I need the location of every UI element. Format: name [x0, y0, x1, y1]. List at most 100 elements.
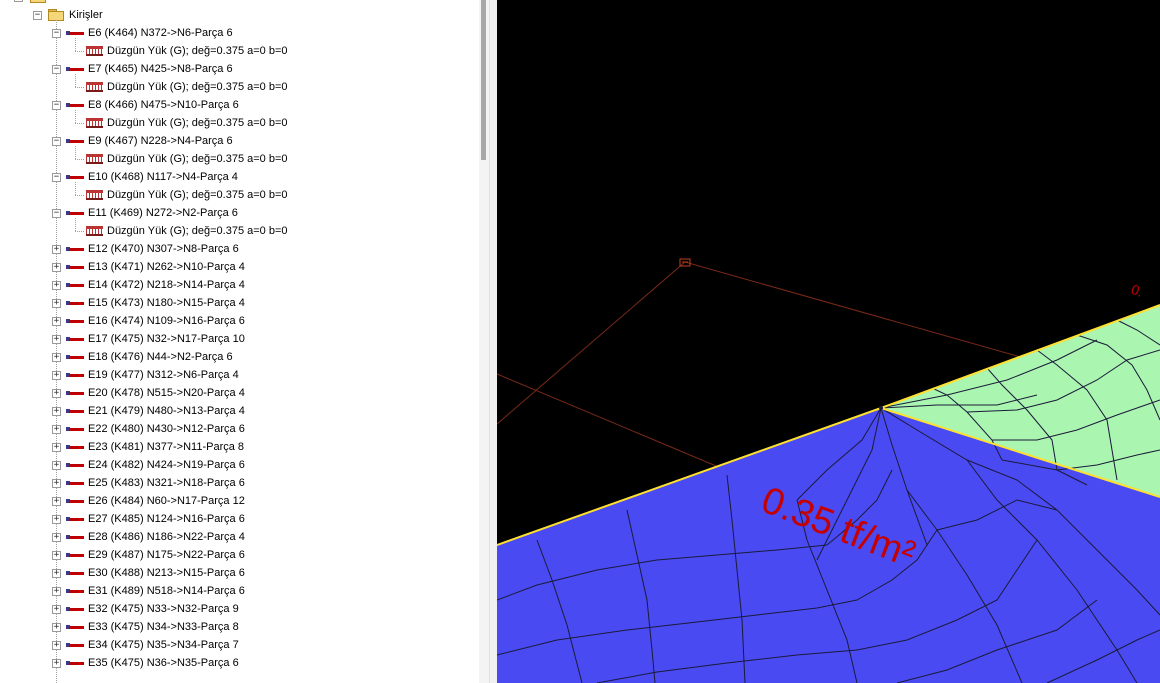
tree-item-beam[interactable]: + E19 (K477) N312->N6-Parça 4 [0, 366, 470, 384]
tree-item-beam[interactable]: + E33 (K475) N34->N33-Parça 8 [0, 618, 470, 636]
tree-item-beam[interactable]: + E15 (K473) N180->N15-Parça 4 [0, 294, 470, 312]
collapse-icon[interactable]: − [52, 209, 61, 218]
expand-icon[interactable]: + [52, 263, 61, 272]
expand-icon[interactable]: + [52, 623, 61, 632]
tree-item-beam[interactable]: + E28 (K486) N186->N22-Parça 4 [0, 528, 470, 546]
viewport-canvas[interactable]: 0.35 tf/m² 0. [497, 0, 1160, 683]
tree-item-label: E26 (K484) N60->N17-Parça 12 [88, 495, 245, 507]
tree-node-kirisler[interactable]: − Kirişler [0, 6, 470, 24]
expand-icon[interactable]: + [52, 533, 61, 542]
tree-item-beam[interactable]: + E25 (K483) N321->N18-Parça 6 [0, 474, 470, 492]
tree-item-load[interactable]: Düzgün Yük (G); değ=0.375 a=0 b=0 [0, 218, 470, 240]
tree-item-beam[interactable]: + E18 (K476) N44->N2-Parça 6 [0, 348, 470, 366]
collapse-icon[interactable]: − [52, 137, 61, 146]
beam-element-icon [66, 65, 84, 74]
tree-item-beam[interactable]: + E14 (K472) N218->N14-Parça 4 [0, 276, 470, 294]
expand-icon[interactable]: + [52, 317, 61, 326]
tree-item-label: E31 (K489) N518->N14-Parça 6 [88, 585, 245, 597]
tree-scrollbar[interactable] [479, 0, 489, 683]
3d-model-viewport[interactable]: 0.35 tf/m² 0. [497, 0, 1160, 683]
tree-item-label: E6 (K464) N372->N6-Parça 6 [88, 27, 233, 39]
tree-item-beam[interactable]: + E17 (K475) N32->N17-Parça 10 [0, 330, 470, 348]
tree-item-beam[interactable]: − E6 (K464) N372->N6-Parça 6 [0, 24, 470, 42]
tree-guide-line [75, 123, 84, 124]
expand-icon[interactable]: + [52, 353, 61, 362]
tree-item-beam[interactable]: − E7 (K465) N425->N8-Parça 6 [0, 60, 470, 78]
tree-item-load[interactable]: Düzgün Yük (G); değ=0.375 a=0 b=0 [0, 38, 470, 60]
tree-item-load[interactable]: Düzgün Yük (G); değ=0.375 a=0 b=0 [0, 182, 470, 204]
beam-element-icon [66, 29, 84, 38]
tree-guide-line [75, 74, 76, 87]
expand-icon[interactable]: + [52, 497, 61, 506]
tree-item-beam[interactable]: + E20 (K478) N515->N20-Parça 4 [0, 384, 470, 402]
tree-item-beam[interactable]: + E31 (K489) N518->N14-Parça 6 [0, 582, 470, 600]
collapse-icon[interactable]: − [52, 29, 61, 38]
guide-line [497, 261, 686, 425]
expand-icon[interactable]: + [52, 587, 61, 596]
tree-item-load[interactable]: Düzgün Yük (G); değ=0.375 a=0 b=0 [0, 146, 470, 168]
expand-icon[interactable]: + [52, 461, 61, 470]
collapse-icon[interactable]: − [14, 0, 23, 2]
expand-icon[interactable]: + [52, 443, 61, 452]
tree-item-beam[interactable]: + E13 (K471) N262->N10-Parça 4 [0, 258, 470, 276]
beam-element-icon [66, 425, 84, 434]
tree-item-beam[interactable]: − E11 (K469) N272->N2-Parça 6 [0, 204, 470, 222]
tree-item-label: E24 (K482) N424->N19-Parça 6 [88, 459, 245, 471]
expand-icon[interactable]: + [52, 407, 61, 416]
tree-item-beam[interactable]: + E30 (K488) N213->N15-Parça 6 [0, 564, 470, 582]
expand-icon[interactable]: + [52, 371, 61, 380]
tree-item-beam[interactable]: + E23 (K481) N377->N11-Parça 8 [0, 438, 470, 456]
tree-item-load-label: Düzgün Yük (G); değ=0.375 a=0 b=0 [107, 189, 288, 201]
tree-item-beam[interactable]: − E9 (K467) N228->N4-Parça 6 [0, 132, 470, 150]
tree-item-beam[interactable]: + E21 (K479) N480->N13-Parça 4 [0, 402, 470, 420]
tree-item-beam[interactable]: + E16 (K474) N109->N16-Parça 6 [0, 312, 470, 330]
beam-element-icon [66, 389, 84, 398]
tree-item-beam[interactable]: + E34 (K475) N35->N34-Parça 7 [0, 636, 470, 654]
expand-icon[interactable]: + [52, 281, 61, 290]
collapse-icon[interactable]: − [52, 65, 61, 74]
tree-item-beam[interactable]: + E27 (K485) N124->N16-Parça 6 [0, 510, 470, 528]
tree-scrollbar-thumb[interactable] [481, 0, 486, 160]
beam-element-icon [66, 443, 84, 452]
tree-guide-line [75, 182, 76, 195]
beam-element-icon [66, 641, 84, 650]
tree-item-load[interactable]: Düzgün Yük (G); değ=0.375 a=0 b=0 [0, 110, 470, 132]
tree-item-label: E14 (K472) N218->N14-Parça 4 [88, 279, 245, 291]
element-tree-panel: −Elemanlar−Kirişler−E6 (K464) N372->N6-P… [0, 0, 473, 683]
expand-icon[interactable]: + [52, 299, 61, 308]
collapse-icon[interactable]: − [52, 101, 61, 110]
expand-icon[interactable]: + [52, 389, 61, 398]
tree-item-beam[interactable]: − E10 (K468) N117->N4-Parça 4 [0, 168, 470, 186]
tree-item-beam[interactable]: + E24 (K482) N424->N19-Parça 6 [0, 456, 470, 474]
expand-icon[interactable]: + [52, 479, 61, 488]
tree-item-beam[interactable]: − E8 (K466) N475->N10-Parça 6 [0, 96, 470, 114]
beam-element-icon [66, 461, 84, 470]
expand-icon[interactable]: + [52, 335, 61, 344]
tree-item-label: E30 (K488) N213->N15-Parça 6 [88, 567, 245, 579]
tree-item-beam[interactable]: + E22 (K480) N430->N12-Parça 6 [0, 420, 470, 438]
expand-icon[interactable]: + [52, 551, 61, 560]
tree-item-label: E17 (K475) N32->N17-Parça 10 [88, 333, 245, 345]
beam-element-icon [66, 173, 84, 182]
collapse-icon[interactable]: − [33, 11, 42, 20]
uniform-load-icon [86, 190, 103, 200]
tree-item-beam[interactable]: + E35 (K475) N36->N35-Parça 6 [0, 654, 470, 672]
tree-item-beam[interactable]: + E12 (K470) N307->N8-Parça 6 [0, 240, 470, 258]
tree-item-label: E16 (K474) N109->N16-Parça 6 [88, 315, 245, 327]
expand-icon[interactable]: + [52, 605, 61, 614]
beam-element-icon [66, 299, 84, 308]
tree-item-beam[interactable]: + E29 (K487) N175->N22-Parça 6 [0, 546, 470, 564]
tree-item-beam[interactable]: + E26 (K484) N60->N17-Parça 12 [0, 492, 470, 510]
expand-icon[interactable]: + [52, 515, 61, 524]
expand-icon[interactable]: + [52, 245, 61, 254]
tree-item-beam[interactable]: + E32 (K475) N33->N32-Parça 9 [0, 600, 470, 618]
tree-item-label: E9 (K467) N228->N4-Parça 6 [88, 135, 233, 147]
expand-icon[interactable]: + [52, 659, 61, 668]
tree-item-label: E32 (K475) N33->N32-Parça 9 [88, 603, 239, 615]
expand-icon[interactable]: + [52, 641, 61, 650]
collapse-icon[interactable]: − [52, 173, 61, 182]
expand-icon[interactable]: + [52, 569, 61, 578]
expand-icon[interactable]: + [52, 425, 61, 434]
tree-guide-line [75, 51, 84, 52]
tree-item-load[interactable]: Düzgün Yük (G); değ=0.375 a=0 b=0 [0, 74, 470, 96]
